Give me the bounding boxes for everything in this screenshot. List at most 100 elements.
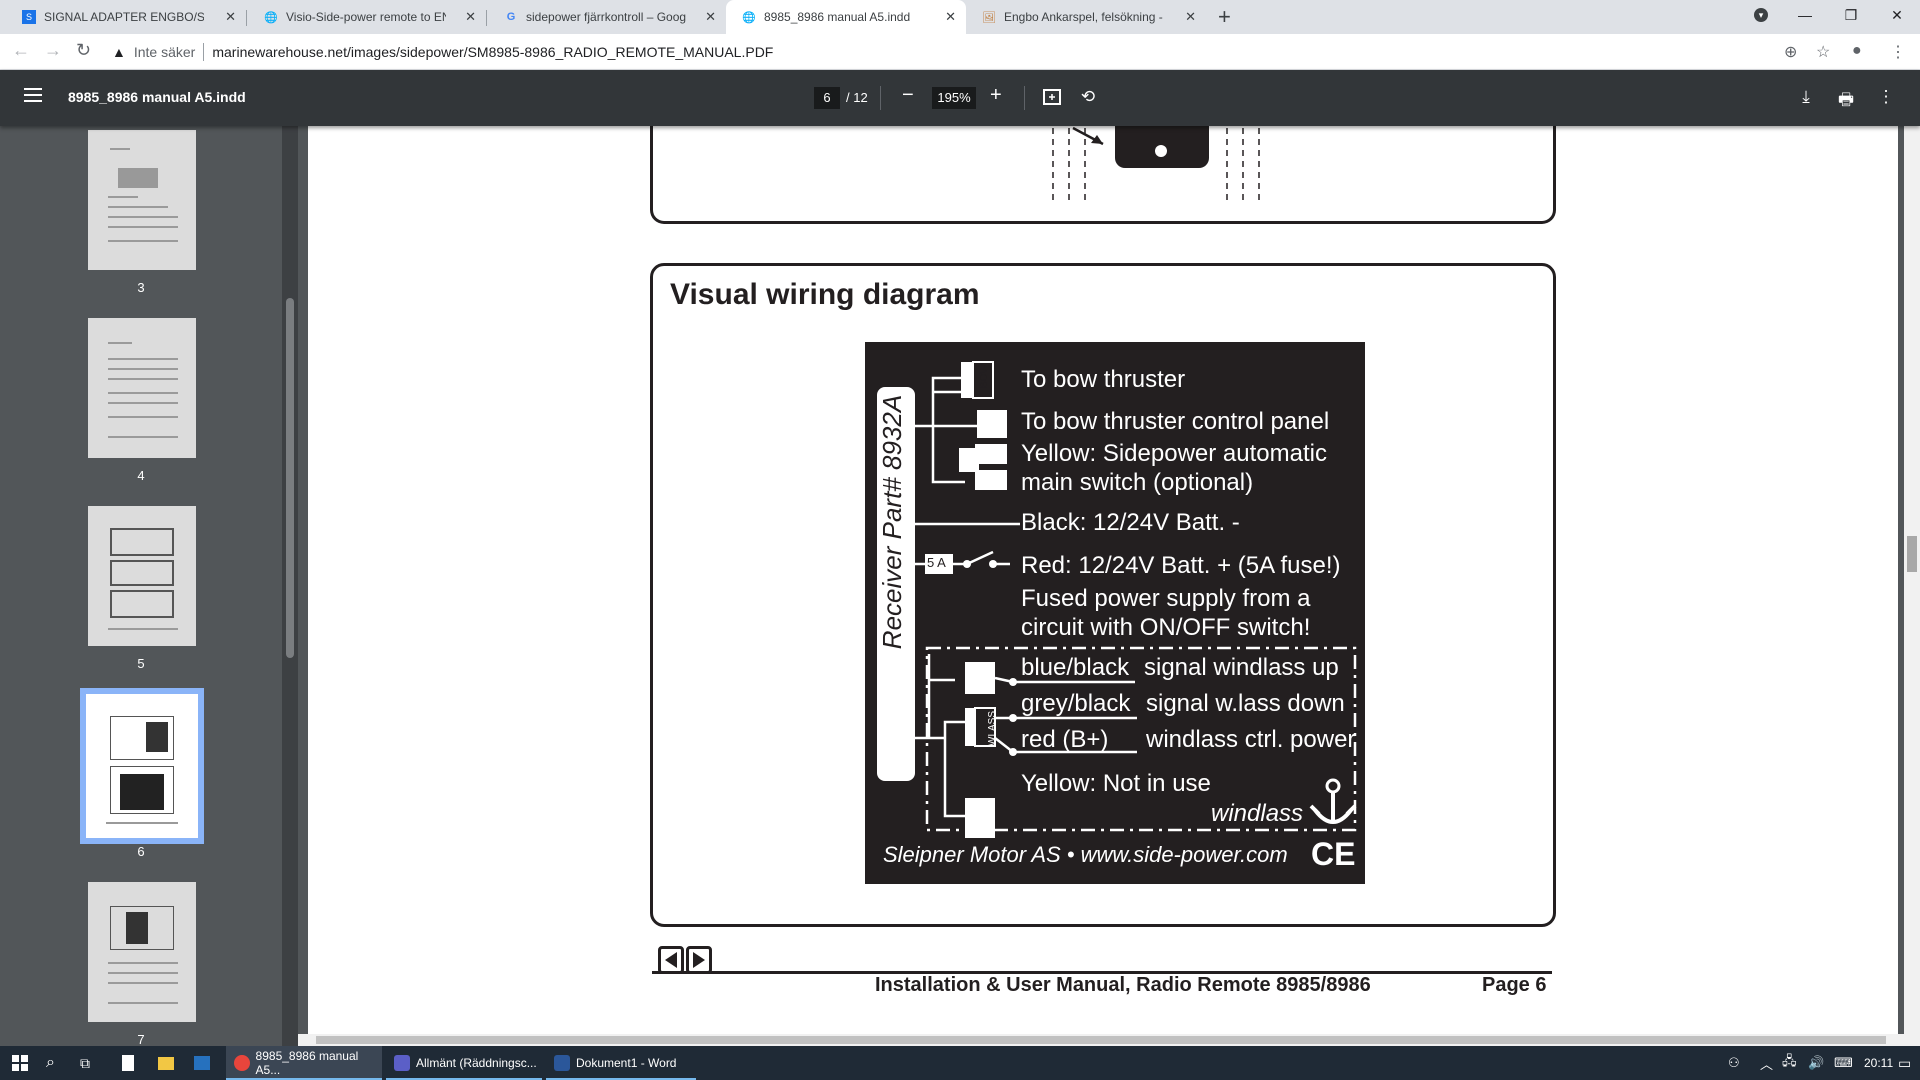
wiring-diagram: Receiver Part# 8932A BOW WLASS 5 A To bo… (865, 342, 1365, 884)
receiver-label: Receiver Part# 8932A (877, 394, 907, 650)
clock[interactable]: 20:11 (1864, 1046, 1893, 1080)
thumbnail-page-4[interactable] (88, 318, 196, 458)
zoom-icon[interactable]: ⊕ (1784, 42, 1797, 62)
tab-divider (246, 10, 247, 26)
task-view-icon[interactable]: ⧉ (80, 1046, 90, 1080)
tab-title: SIGNAL ADAPTER ENGBO/SIDEP (44, 10, 204, 24)
chevron-up-icon[interactable]: ︿ (1760, 1046, 1773, 1080)
thumbnail-number: 6 (137, 844, 145, 859)
taskbar-app-label: 8985_8986 manual A5... (255, 1049, 359, 1077)
rotate-icon[interactable]: ⟲ (1078, 87, 1098, 107)
close-icon[interactable]: ✕ (225, 9, 236, 25)
ce-mark: CE (1311, 836, 1356, 872)
document-title: 8985_8986 manual A5.indd (68, 89, 246, 105)
start-icon[interactable] (12, 1046, 28, 1080)
restore-icon[interactable]: ❐ (1828, 0, 1874, 30)
close-icon[interactable]: ✕ (705, 9, 716, 25)
sidebar-scrollbar[interactable] (282, 126, 298, 1046)
tab-pdf-manual[interactable]: 🌐 8985_8986 manual A5.indd ✕ (726, 0, 966, 34)
language-icon[interactable]: ⌨ (1834, 1046, 1853, 1080)
zoom-in-icon[interactable]: + (990, 84, 1002, 107)
tab-engbo[interactable]: 🖼 Engbo Ankarspel, felsökning - Sid ✕ (966, 0, 1206, 34)
close-icon[interactable]: ✕ (465, 9, 476, 25)
globe-icon: 🌐 (742, 11, 756, 24)
zoom-level-input[interactable]: 195% (932, 87, 976, 109)
footer-page-number: Page 6 (1482, 974, 1547, 996)
label-blue-black-desc: signal windlass up (1144, 654, 1339, 681)
tab-search-icon[interactable]: ▾ (1738, 0, 1784, 30)
taskbar-app-label: Dokument1 - Word (576, 1056, 677, 1070)
previous-figure-frame (650, 126, 1556, 224)
footer-title: Installation & User Manual, Radio Remote… (875, 974, 1371, 996)
scrollbar-thumb[interactable] (316, 1036, 1886, 1044)
url-text[interactable]: marinewarehouse.net/images/sidepower/SM8… (212, 44, 773, 60)
more-menu-icon[interactable]: ⋮ (1890, 42, 1906, 62)
new-tab-button[interactable]: + (1218, 4, 1231, 30)
divider (203, 43, 205, 61)
viewer-vertical-scrollbar[interactable] (1904, 126, 1920, 1034)
address-bar[interactable]: ▲ Inte säker marinewarehouse.net/images/… (112, 38, 1812, 66)
people-icon[interactable]: ⚇ (1728, 1046, 1740, 1080)
prev-page-icon (658, 946, 684, 974)
scrollbar-thumb[interactable] (286, 298, 294, 658)
window-close-icon[interactable]: ✕ (1874, 0, 1920, 30)
thumbnail-number: 5 (137, 656, 145, 671)
back-icon[interactable]: ← (12, 40, 30, 61)
volume-icon[interactable]: 🔊 (1808, 1046, 1824, 1080)
close-icon[interactable]: ✕ (945, 9, 956, 25)
search-icon[interactable]: ⌕ (46, 1046, 55, 1080)
page-number-input[interactable]: 6 (814, 87, 840, 109)
taskbar-app-label: Allmänt (Räddningsc... (416, 1056, 537, 1070)
word-icon (554, 1055, 570, 1071)
powershell-icon[interactable] (194, 1046, 210, 1080)
taskbar-app-word[interactable]: Dokument1 - Word (546, 1046, 696, 1080)
forward-icon[interactable]: → (44, 40, 62, 61)
file-explorer-icon[interactable] (158, 1046, 174, 1080)
minimize-icon[interactable]: — (1782, 0, 1828, 30)
tab-title: 8985_8986 manual A5.indd (764, 10, 911, 24)
thumbnail-page-7[interactable] (88, 882, 196, 1022)
browser-toolbar: ← → ↻ ▲ Inte säker marinewarehouse.net/i… (0, 34, 1920, 70)
scrollbar-thumb[interactable] (1907, 536, 1917, 572)
network-icon[interactable]: 🖧 (1782, 1046, 1797, 1080)
menu-icon[interactable] (24, 88, 42, 102)
close-icon[interactable]: ✕ (1185, 9, 1196, 25)
label-red-bplus: red (B+) (1021, 726, 1109, 753)
reload-icon[interactable]: ↻ (76, 40, 91, 61)
thumbnail-page-3[interactable] (88, 130, 196, 270)
bookmark-star-icon[interactable]: ☆ (1816, 42, 1830, 62)
taskbar-app-chrome[interactable]: 8985_8986 manual A5... (226, 1046, 382, 1080)
notepad-icon[interactable] (122, 1046, 134, 1080)
divider (880, 86, 881, 110)
profile-avatar-icon[interactable]: ● (1852, 42, 1862, 60)
image-icon: 🖼 (982, 11, 996, 24)
zoom-out-icon[interactable]: − (902, 84, 914, 107)
tab-strip: S SIGNAL ADAPTER ENGBO/SIDEP ✕ 🌐 Visio-S… (0, 0, 1920, 34)
tab-title: Visio-Side-power remote to ENG (286, 10, 446, 24)
teams-icon (394, 1055, 410, 1071)
label-bow-thruster: To bow thruster (1021, 366, 1186, 393)
viewer-horizontal-scrollbar[interactable] (298, 1034, 1920, 1046)
section-title: Visual wiring diagram (670, 278, 980, 311)
pdf-page: Visual wiring diagram Receiver Part# 893… (308, 126, 1898, 1034)
label-windlass: windlass (1211, 800, 1304, 827)
label-red: Red: 12/24V Batt. + (5A fuse!) (1021, 552, 1341, 579)
download-icon[interactable]: ⤓ (1796, 87, 1816, 107)
warning-icon[interactable]: ▲ (112, 44, 126, 60)
notifications-icon[interactable]: ▭ (1898, 1046, 1911, 1080)
tab-visio[interactable]: 🌐 Visio-Side-power remote to ENG ✕ (248, 0, 486, 34)
tab-title: Engbo Ankarspel, felsökning - Sid (1004, 10, 1164, 24)
tab-signal-adapter[interactable]: S SIGNAL ADAPTER ENGBO/SIDEP ✕ (6, 0, 246, 34)
more-options-icon[interactable]: ⋮ (1876, 87, 1896, 107)
label-yellow-not-in-use: Yellow: Not in use (1021, 770, 1211, 797)
print-icon[interactable]: 🖶 (1836, 87, 1856, 109)
thumbnail-page-5[interactable] (88, 506, 196, 646)
label-yellow-main-1: Yellow: Sidepower automatic (1021, 440, 1327, 467)
tab-title: sidepower fjärrkontroll – Google (526, 10, 686, 24)
taskbar-app-teams[interactable]: Allmänt (Räddningsc... (386, 1046, 542, 1080)
security-label[interactable]: Inte säker (134, 44, 195, 60)
tab-google-search[interactable]: G sidepower fjärrkontroll – Google ✕ (488, 0, 726, 34)
thumbnail-page-6[interactable] (80, 688, 204, 844)
thumbnail-number: 3 (137, 280, 145, 295)
fit-page-icon[interactable] (1042, 87, 1062, 107)
